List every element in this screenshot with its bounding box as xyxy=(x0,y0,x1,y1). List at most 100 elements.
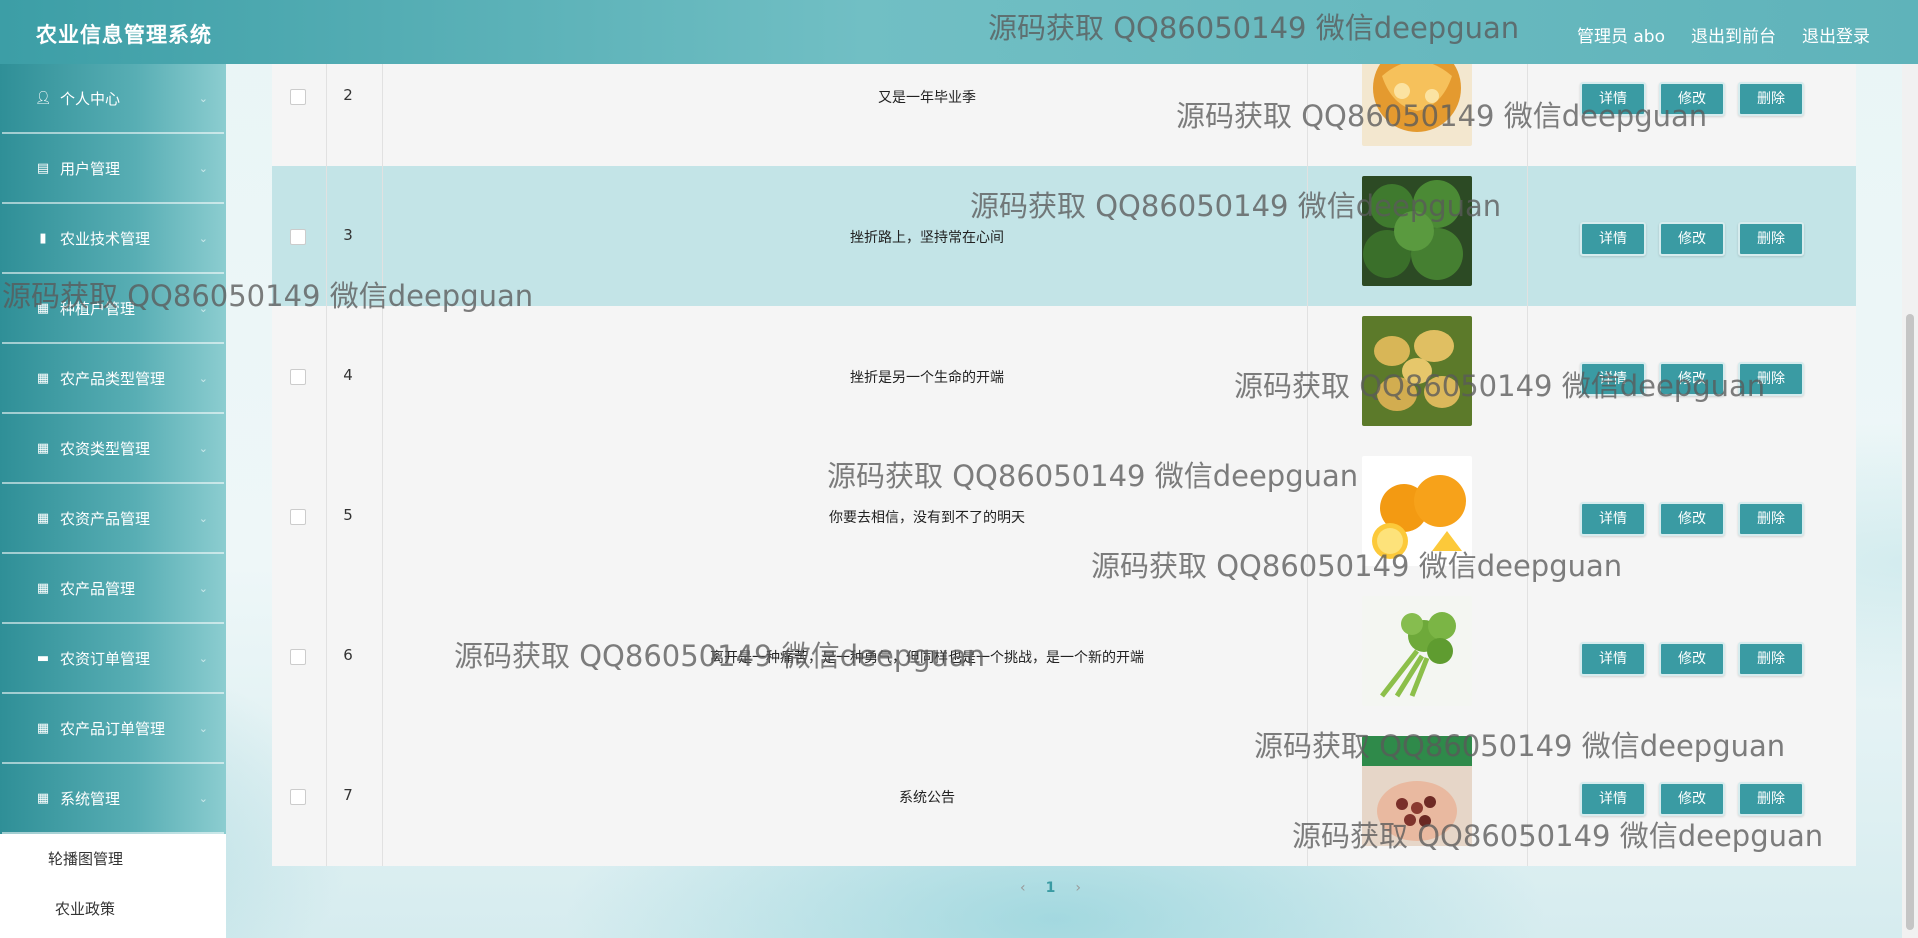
row-checkbox[interactable] xyxy=(290,369,306,385)
sidebar-item-agri-product[interactable]: ▦ 农产品管理 ⌄ xyxy=(2,554,224,624)
row-title: 又是一年毕业季 xyxy=(878,90,976,106)
sidebar-item-supply-type[interactable]: ▦ 农资类型管理 ⌄ xyxy=(2,414,224,484)
grid-icon: ▦ xyxy=(36,720,50,736)
column-divider xyxy=(326,446,327,586)
delete-button[interactable]: 删除 xyxy=(1738,642,1804,676)
grid-icon: ▦ xyxy=(36,510,50,526)
edit-button[interactable]: 修改 xyxy=(1659,502,1725,536)
system-submenu: 轮播图管理 农业政策 xyxy=(0,834,226,938)
delete-button[interactable]: 删除 xyxy=(1738,782,1804,816)
edit-button[interactable]: 修改 xyxy=(1659,782,1725,816)
app-title: 农业信息管理系统 xyxy=(36,23,212,47)
detail-button[interactable]: 详情 xyxy=(1580,362,1646,396)
user-icon: 👤︎ xyxy=(35,90,52,106)
row-title: 挫折是另一个生命的开端 xyxy=(850,370,1004,386)
column-divider xyxy=(1527,586,1528,726)
row-image-broccoli xyxy=(1362,176,1472,286)
chevron-down-icon: ⌄ xyxy=(198,91,208,105)
table-row: 3 挫折路上，坚持常在心间 详情 修改 删除 xyxy=(272,166,1856,307)
admin-user-link[interactable]: 管理员 abo xyxy=(1577,22,1665,47)
row-index: 2 xyxy=(343,86,353,104)
chevron-down-icon: ⌄ xyxy=(198,441,208,455)
table-row: 6 离开是一种痛苦，是一种勇气，但同样也是一个挑战，是一个新的开端 详情 修改 … xyxy=(272,586,1856,727)
column-divider xyxy=(1527,726,1528,866)
sidebar-item-user-management[interactable]: ▤ 用户管理 ⌄ xyxy=(2,134,224,204)
detail-button[interactable]: 详情 xyxy=(1580,222,1646,256)
row-title: 系统公告 xyxy=(899,790,955,806)
next-page-button[interactable]: › xyxy=(1075,880,1081,896)
chevron-down-icon: ⌄ xyxy=(198,651,208,665)
table-row: 2 又是一年毕业季 详情 修改 删除 xyxy=(272,64,1856,167)
column-divider xyxy=(1527,446,1528,586)
sidebar-item-label: 农资产品管理 xyxy=(60,509,151,528)
sidebar-item-agri-tech[interactable]: ▮ 农业技术管理 ⌄ xyxy=(2,204,224,274)
sidebar-item-personal-center[interactable]: 👤︎ 个人中心 ⌄ xyxy=(2,64,224,134)
chevron-down-icon: ⌄ xyxy=(198,231,208,245)
detail-button[interactable]: 详情 xyxy=(1580,502,1646,536)
sidebar-item-label: 农业技术管理 xyxy=(60,229,151,248)
sidebar: 👤︎ 个人中心 ⌄ ▤ 用户管理 ⌄ ▮ 农业技术管理 ⌄ ▦ 种植户管理 ⌄ … xyxy=(0,64,226,938)
page-number-button[interactable]: 1 xyxy=(1046,880,1056,896)
table-row: 5 你要去相信，没有到不了的明天 详情 修改 删除 xyxy=(272,446,1856,587)
edit-button[interactable]: 修改 xyxy=(1659,362,1725,396)
detail-button[interactable]: 详情 xyxy=(1580,642,1646,676)
sidebar-item-label: 农资类型管理 xyxy=(60,439,151,458)
row-image-celery xyxy=(1362,596,1472,706)
top-header: 农业信息管理系统 管理员 abo 退出到前台 退出登录 xyxy=(0,0,1918,64)
column-divider xyxy=(1527,166,1528,306)
detail-button[interactable]: 详情 xyxy=(1580,82,1646,116)
scrollbar-thumb[interactable] xyxy=(1906,314,1914,930)
row-checkbox[interactable] xyxy=(290,789,306,805)
row-index: 4 xyxy=(343,366,353,384)
bar-chart-icon: ▮ xyxy=(39,230,47,246)
delete-button[interactable]: 删除 xyxy=(1738,502,1804,536)
table-row: 4 挫折是另一个生命的开端 详情 修改 删除 xyxy=(272,306,1856,447)
row-image-beans xyxy=(1362,736,1472,846)
sidebar-item-label: 农资订单管理 xyxy=(60,649,151,668)
sidebar-item-label: 农产品类型管理 xyxy=(60,369,166,388)
sidebar-item-supply-product[interactable]: ▦ 农资产品管理 ⌄ xyxy=(2,484,224,554)
column-divider xyxy=(382,64,383,166)
row-image-oranges xyxy=(1362,456,1472,566)
edit-button[interactable]: 修改 xyxy=(1659,82,1725,116)
sidebar-item-label: 农产品管理 xyxy=(60,579,136,598)
row-checkbox[interactable] xyxy=(290,89,306,105)
logout-link[interactable]: 退出登录 xyxy=(1802,22,1870,47)
sidebar-item-product-type[interactable]: ▦ 农产品类型管理 ⌄ xyxy=(2,344,224,414)
prev-page-button[interactable]: ‹ xyxy=(1020,880,1026,896)
sidebar-item-system[interactable]: ▦ 系统管理 ⌄ xyxy=(2,764,224,834)
row-checkbox[interactable] xyxy=(290,649,306,665)
grid-icon: ▦ xyxy=(36,790,50,806)
sidebar-item-supply-order[interactable]: ▬ 农资订单管理 ⌄ xyxy=(2,624,224,694)
column-divider xyxy=(326,726,327,866)
sidebar-item-label: 系统管理 xyxy=(60,789,121,808)
chevron-down-icon: ⌄ xyxy=(198,371,208,385)
row-checkbox[interactable] xyxy=(290,229,306,245)
row-title: 你要去相信，没有到不了的明天 xyxy=(829,510,1025,526)
row-index: 5 xyxy=(343,506,353,524)
column-divider xyxy=(326,586,327,726)
chevron-down-icon: ⌄ xyxy=(198,301,208,315)
row-index: 7 xyxy=(343,786,353,804)
edit-button[interactable]: 修改 xyxy=(1659,222,1725,256)
detail-button[interactable]: 详情 xyxy=(1580,782,1646,816)
delete-button[interactable]: 删除 xyxy=(1738,82,1804,116)
edit-button[interactable]: 修改 xyxy=(1659,642,1725,676)
delete-button[interactable]: 删除 xyxy=(1738,362,1804,396)
vertical-scrollbar[interactable] xyxy=(1902,64,1918,938)
clipboard-icon: ▤ xyxy=(36,160,50,176)
row-checkbox[interactable] xyxy=(290,509,306,525)
column-divider xyxy=(1307,64,1308,166)
sidebar-item-product-order[interactable]: ▦ 农产品订单管理 ⌄ xyxy=(2,694,224,764)
delete-button[interactable]: 删除 xyxy=(1738,222,1804,256)
grid-icon: ▦ xyxy=(36,440,50,456)
column-divider xyxy=(1527,306,1528,446)
submenu-item-agri-policy[interactable]: 农业政策 xyxy=(0,884,226,934)
submenu-item-carousel[interactable]: 轮播图管理 xyxy=(0,834,226,884)
data-table: 2 又是一年毕业季 详情 修改 删除 3 挫折路上，坚持常在心间 详情 修改 删… xyxy=(272,64,1856,866)
sidebar-item-grower[interactable]: ▦ 种植户管理 ⌄ xyxy=(2,274,224,344)
sidebar-item-label: 种植户管理 xyxy=(60,299,136,318)
column-divider xyxy=(1527,64,1528,166)
back-to-frontend-link[interactable]: 退出到前台 xyxy=(1691,22,1776,47)
column-divider xyxy=(326,166,327,306)
